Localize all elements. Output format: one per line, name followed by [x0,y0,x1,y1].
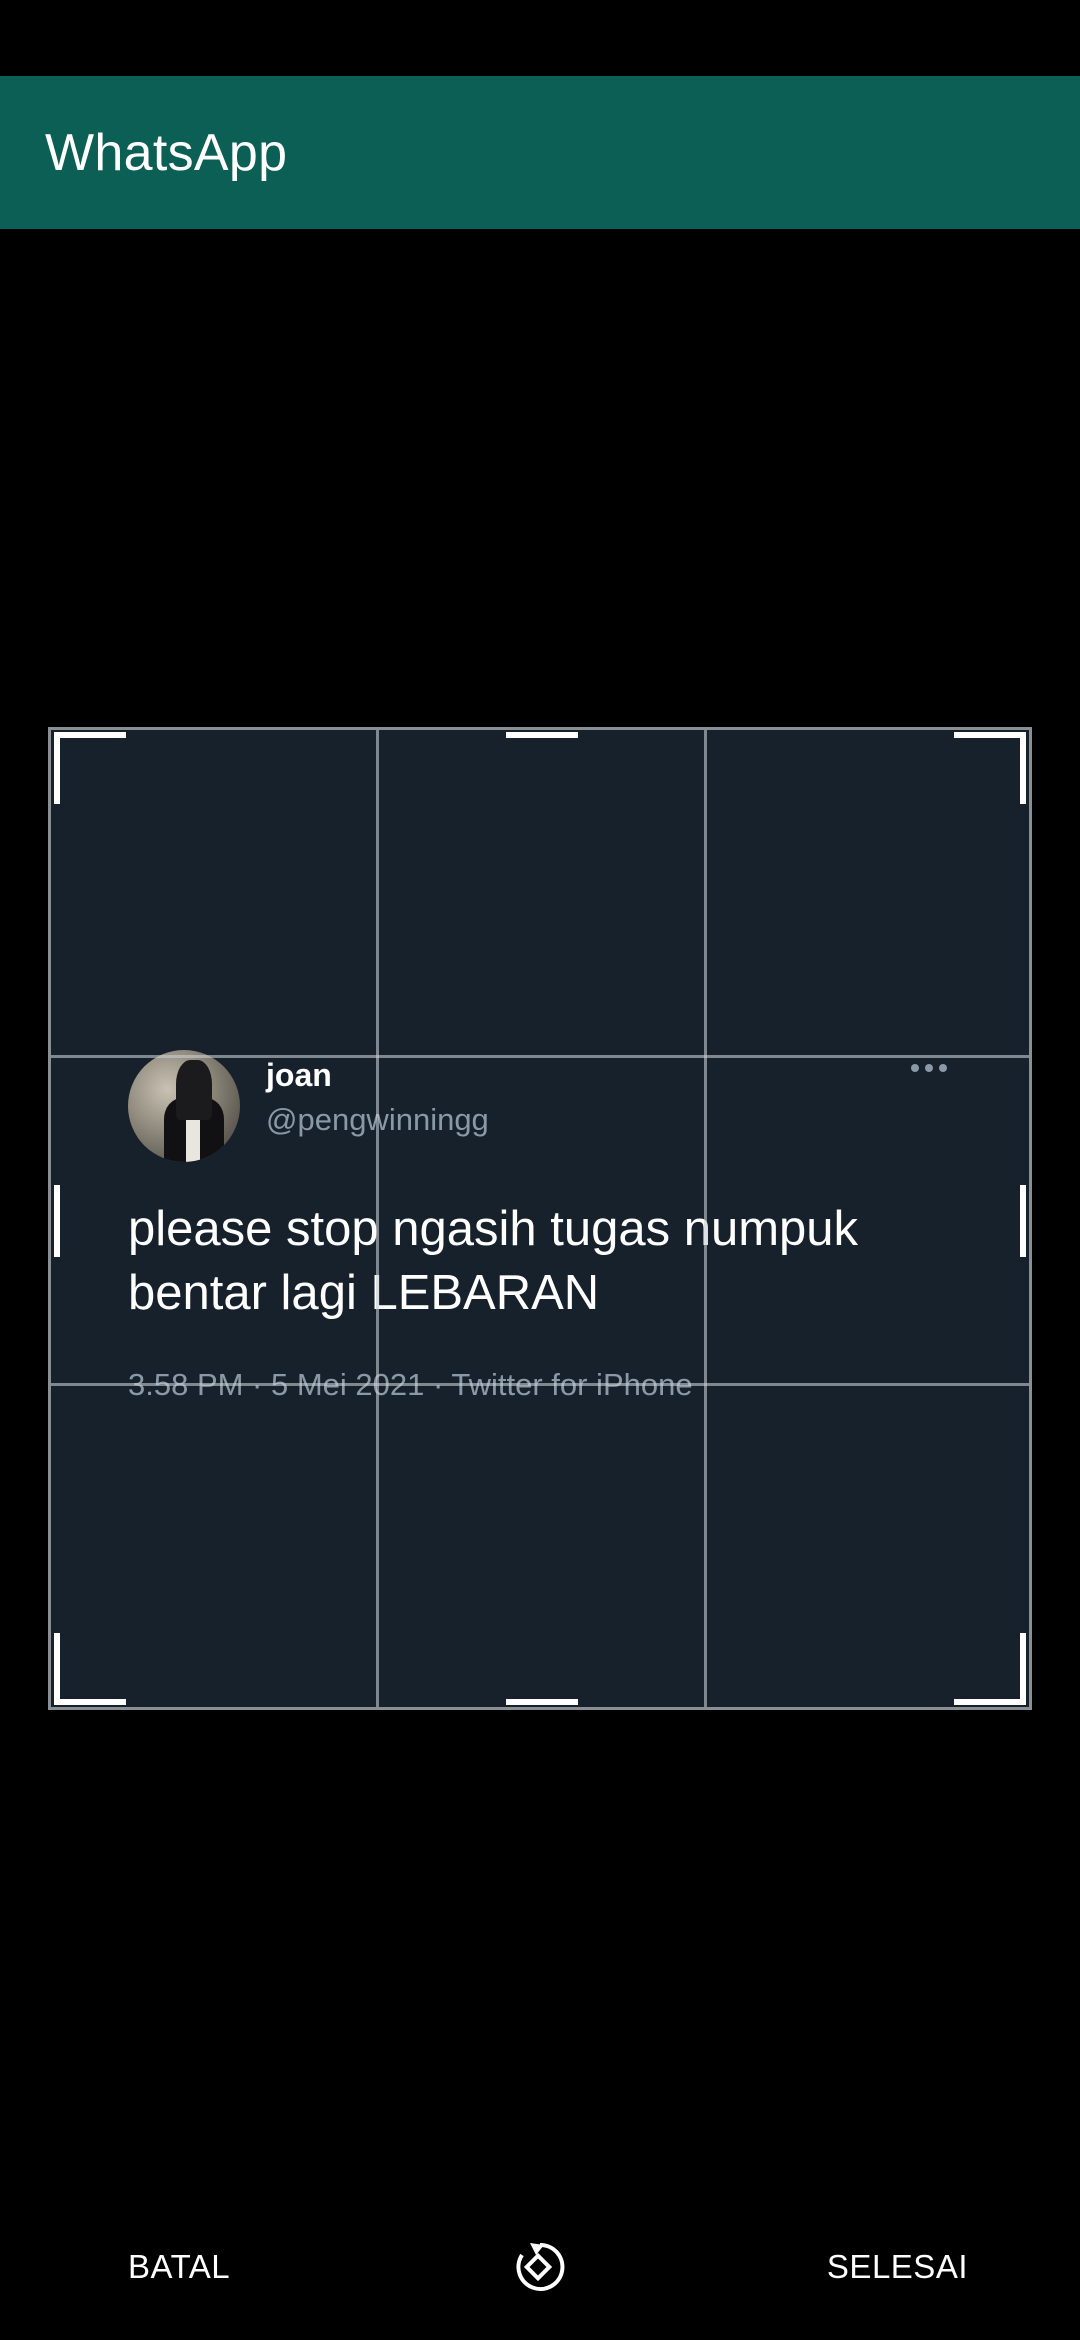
crop-handle-right[interactable] [1020,1185,1026,1257]
crop-handle-top-left-vertical[interactable] [54,732,60,804]
crop-handle-top-right-vertical[interactable] [1020,732,1026,804]
bottom-toolbar: BATAL SELESAI [0,2194,1080,2340]
more-options-icon [911,1064,947,1072]
crop-handle-top-left-horizontal[interactable] [54,732,126,738]
tweet-text: please stop ngasih tugas numpuk bentar l… [128,1202,859,1320]
tweet-author-name: joan [266,1057,332,1093]
status-bar [0,0,1080,76]
cancel-button[interactable]: BATAL [128,2248,230,2286]
app-title: WhatsApp [45,123,288,182]
crop-handle-bottom[interactable] [506,1699,578,1705]
crop-handle-left[interactable] [54,1185,60,1257]
crop-grid-line [51,1055,1029,1058]
crop-handle-bottom-left-horizontal[interactable] [54,1699,126,1705]
crop-area[interactable]: joan @pengwinningg please stop ngasih tu… [48,727,1032,1710]
avatar-head-shape [176,1060,212,1120]
crop-handle-top[interactable] [506,732,578,738]
crop-grid-line [51,1383,1029,1386]
crop-handle-bottom-right-horizontal[interactable] [954,1699,1026,1705]
done-button[interactable]: SELESAI [827,2248,968,2286]
crop-grid-line [376,730,379,1707]
crop-handle-top-right-horizontal[interactable] [954,732,1026,738]
crop-handle-bottom-right-vertical[interactable] [1020,1633,1026,1705]
avatar [128,1050,240,1162]
crop-handle-bottom-left-vertical[interactable] [54,1633,60,1705]
crop-grid-line [704,730,707,1707]
app-bar: WhatsApp [0,76,1080,229]
rotate-icon[interactable] [510,2237,570,2297]
